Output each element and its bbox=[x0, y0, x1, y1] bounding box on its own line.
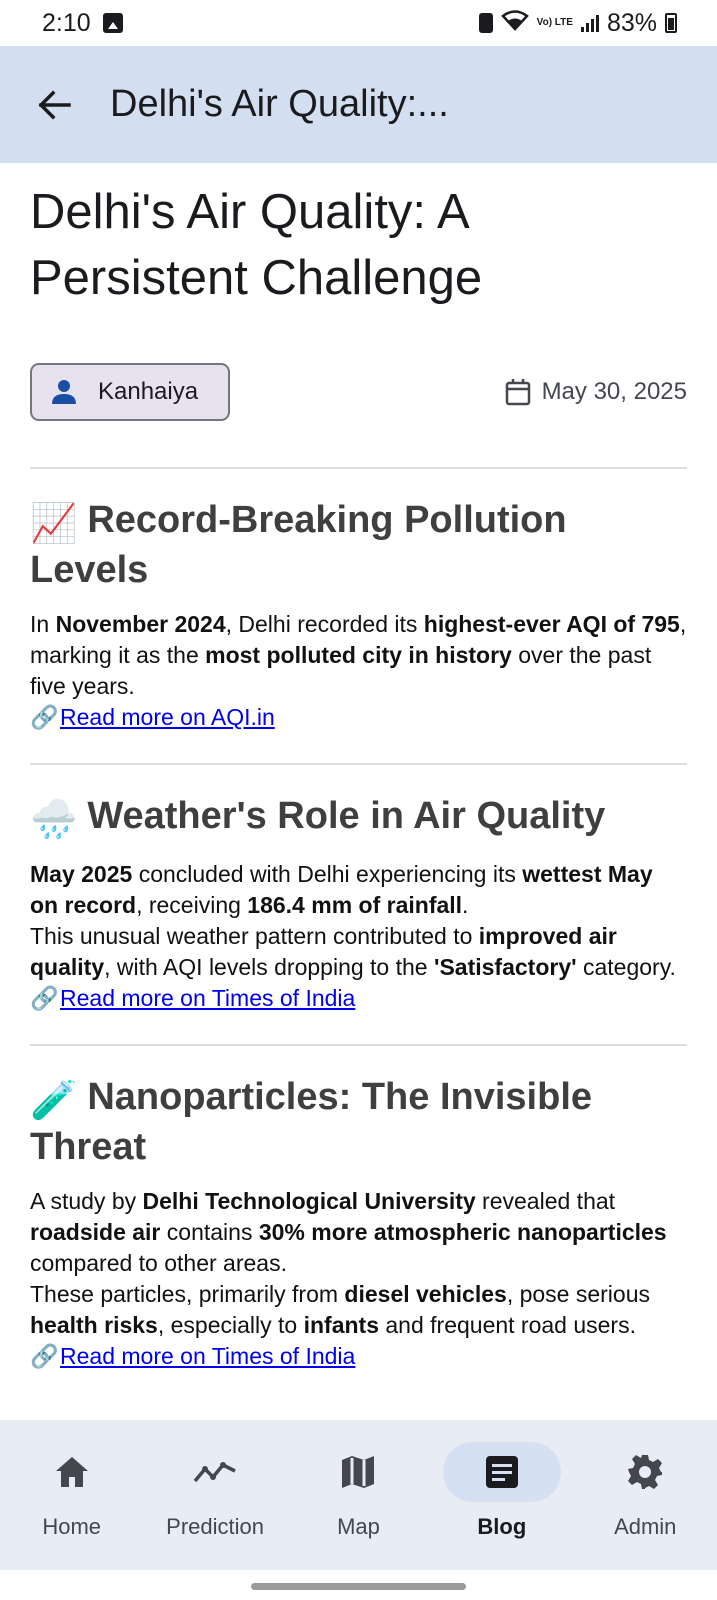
nav-pill bbox=[586, 1442, 704, 1502]
read-more-link[interactable]: Read more on Times of India bbox=[60, 985, 355, 1011]
bottom-navigation: Home Prediction Map Blog Admin bbox=[0, 1420, 717, 1570]
nav-item-prediction[interactable]: Prediction bbox=[155, 1442, 275, 1570]
blog-post-content[interactable]: Delhi's Air Quality: A Persistent Challe… bbox=[0, 163, 717, 1420]
status-bar: 2:10 Vo) LTE 83% bbox=[0, 0, 717, 46]
post-title: Delhi's Air Quality: A Persistent Challe… bbox=[30, 185, 483, 305]
link-icon: 🔗 bbox=[30, 1343, 59, 1369]
nav-pill bbox=[299, 1442, 417, 1502]
section-heading-text: Nanoparticles: The Invisible Threat bbox=[30, 1076, 593, 1168]
nav-label: Admin bbox=[614, 1514, 677, 1539]
nav-label: Prediction bbox=[166, 1514, 264, 1539]
nav-item-home[interactable]: Home bbox=[12, 1442, 132, 1570]
calendar-icon bbox=[505, 379, 530, 406]
home-icon bbox=[55, 1457, 88, 1487]
section-body: A study by Delhi Technological Universit… bbox=[30, 1188, 667, 1338]
section-body: In November 2024, Delhi recorded its hig… bbox=[30, 611, 687, 699]
divider bbox=[30, 763, 687, 765]
author-chip[interactable]: Kanhaiya bbox=[30, 363, 231, 421]
gear-icon bbox=[628, 1455, 663, 1489]
read-more-line: 🔗Read more on AQI.in bbox=[30, 702, 687, 733]
battery-percent: 83% bbox=[606, 8, 657, 37]
battery-icon bbox=[665, 13, 677, 33]
section-heading: 📈 Record-Breaking Pollution Levels bbox=[30, 497, 687, 593]
link-icon: 🔗 bbox=[30, 704, 59, 730]
person-icon bbox=[52, 380, 76, 404]
battery-saver-icon bbox=[478, 13, 493, 33]
rain-cloud-icon: 🌧️ bbox=[30, 799, 78, 841]
status-right: Vo) LTE 83% bbox=[478, 8, 677, 38]
app-bar-title: Delhi's Air Quality:... bbox=[110, 83, 449, 125]
section-heading-text: Record-Breaking Pollution Levels bbox=[30, 499, 567, 591]
section-heading: 🧪 Nanoparticles: The Invisible Threat bbox=[30, 1074, 687, 1170]
map-icon bbox=[342, 1456, 375, 1488]
nav-item-admin[interactable]: Admin bbox=[585, 1442, 705, 1570]
nav-label: Blog bbox=[477, 1514, 527, 1539]
home-indicator[interactable] bbox=[251, 1583, 466, 1590]
section-weather-role: 🌧️ Weather's Role in Air Quality May 2025… bbox=[30, 793, 687, 1014]
read-more-line: 🔗Read more on Times of India bbox=[30, 1341, 687, 1372]
status-left: 2:10 bbox=[42, 9, 123, 38]
post-date: May 30, 2025 bbox=[504, 377, 687, 407]
chart-increasing-icon: 📈 bbox=[30, 503, 78, 545]
test-tube-icon: 🧪 bbox=[30, 1080, 78, 1122]
nav-label: Home bbox=[42, 1514, 102, 1539]
section-heading: 🌧️ Weather's Role in Air Quality bbox=[30, 793, 687, 843]
nav-item-blog[interactable]: Blog bbox=[442, 1442, 562, 1570]
nav-item-map[interactable]: Map bbox=[298, 1442, 418, 1570]
date-text: May 30, 2025 bbox=[541, 378, 687, 405]
status-time: 2:10 bbox=[42, 8, 91, 37]
section-record-pollution: 📈 Record-Breaking Pollution Levels In Nov… bbox=[30, 497, 687, 733]
section-nanoparticles: 🧪 Nanoparticles: The Invisible Threat A s… bbox=[30, 1074, 687, 1372]
nav-label: Map bbox=[337, 1514, 380, 1539]
link-icon: 🔗 bbox=[30, 985, 59, 1011]
section-heading-text: Weather's Role in Air Quality bbox=[87, 795, 606, 837]
read-more-link[interactable]: Read more on AQI.in bbox=[60, 704, 275, 730]
divider bbox=[30, 1044, 687, 1046]
app-bar: Delhi's Air Quality:... bbox=[0, 46, 717, 163]
read-more-link[interactable]: Read more on Times of India bbox=[60, 1343, 355, 1369]
article-icon bbox=[485, 1456, 518, 1488]
read-more-line: 🔗Read more on Times of India bbox=[30, 983, 687, 1014]
signal-icon bbox=[580, 14, 599, 32]
volte-icon: Vo) LTE bbox=[536, 17, 573, 28]
gallery-notification-icon bbox=[102, 13, 123, 33]
wifi-icon bbox=[500, 9, 529, 38]
divider bbox=[30, 467, 687, 469]
nav-pill bbox=[13, 1442, 131, 1502]
section-body: May 2025 concluded with Delhi experienci… bbox=[30, 861, 676, 980]
post-meta: Kanhaiya May 30, 2025 bbox=[30, 363, 687, 421]
trend-icon bbox=[193, 1462, 236, 1483]
author-name: Kanhaiya bbox=[98, 378, 199, 405]
back-arrow-icon[interactable] bbox=[34, 85, 74, 125]
nav-pill-active bbox=[442, 1442, 561, 1502]
nav-pill bbox=[156, 1442, 274, 1502]
